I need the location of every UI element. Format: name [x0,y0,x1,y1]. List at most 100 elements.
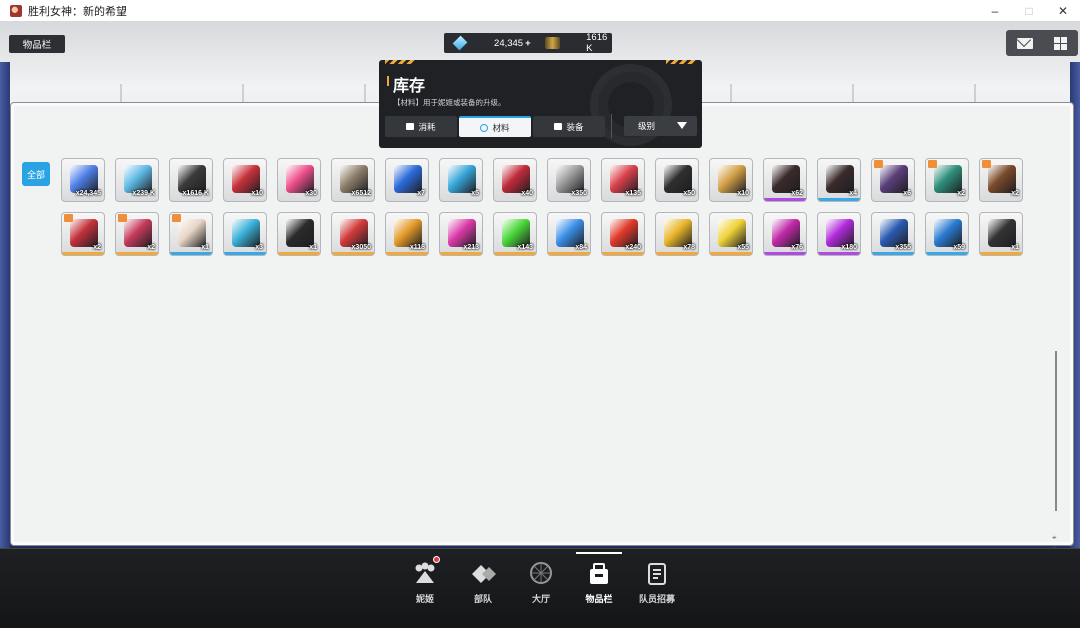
inventory-item[interactable]: x2 [61,212,105,256]
item-art-icon [934,165,962,193]
menu-grid-icon[interactable] [1054,36,1068,50]
inventory-item[interactable]: x7 [385,158,429,202]
tab-materials[interactable]: 材料 [459,116,531,137]
rarity-bar [980,198,1022,201]
tab-equipment[interactable]: 装备 [533,116,605,137]
inventory-item[interactable]: x1 [979,212,1023,256]
gift-icon [118,214,127,222]
item-art-icon [718,165,746,193]
scrollbar[interactable] [1055,351,1057,511]
inventory-item[interactable]: x2 [979,158,1023,202]
inventory-item[interactable]: x2 [925,158,969,202]
rarity-bar [494,198,536,201]
nav-item[interactable]: 队员招募 [628,549,686,628]
inventory-item[interactable]: x62 [763,158,807,202]
item-art-icon [556,219,584,247]
inventory-item[interactable]: x40 [493,158,537,202]
nav-label: 妮姬 [415,594,434,604]
rarity-bar [764,252,806,255]
inventory-item[interactable]: x5 [439,158,483,202]
inventory-item[interactable]: x3050 [331,212,375,256]
minimize-button[interactable]: – [978,0,1012,22]
gift-icon [874,160,883,168]
inventory-item[interactable]: x3 [223,212,267,256]
rarity-bar [62,252,104,255]
inventory-header: 库存 【材料】用于妮姬或装备的升级。 消耗 材料 装备 级别 [379,60,702,148]
circle-icon [480,123,489,132]
item-quantity: x5 [471,190,479,197]
page-tag: 物品栏 [9,35,65,53]
nav-item[interactable]: 大厅 [512,549,570,628]
item-quantity: x10 [737,190,749,197]
inventory-item[interactable]: x135 [601,158,645,202]
maximize-button[interactable]: □ [1012,0,1046,22]
inventory-item[interactable]: x1 [277,212,321,256]
inventory-item[interactable]: x6512 [331,158,375,202]
nav-label: 大厅 [531,594,550,604]
inventory-item[interactable]: x6 [871,158,915,202]
inventory-item[interactable]: x4 [817,158,861,202]
item-art-icon [286,165,314,193]
nav-item[interactable]: 妮姬 [396,549,454,628]
buy-gems-button[interactable]: + [525,38,531,49]
item-quantity: x7 [417,190,425,197]
rarity-bar [440,252,482,255]
inventory-item[interactable]: x50 [655,158,699,202]
sort-label: 级别 [638,121,656,131]
mail-icon[interactable] [1016,37,1033,49]
inventory-item[interactable]: x239 K [115,158,159,202]
inventory-item[interactable]: x240 [601,212,645,256]
inventory-item[interactable]: x1 [169,212,213,256]
gift-icon [928,160,937,168]
inventory-item[interactable]: x10 [223,158,267,202]
tab-consumables[interactable]: 消耗 [385,116,457,137]
item-quantity: x1 [309,244,317,251]
inventory-item[interactable]: x2 [115,212,159,256]
inventory-item[interactable]: x30 [277,158,321,202]
category-tabs: 消耗 材料 装备 [385,116,605,137]
inventory-item[interactable]: x55 [709,212,753,256]
inventory-item[interactable]: x76 [763,212,807,256]
inventory-item[interactable]: x118 [385,212,429,256]
item-art-icon [664,165,692,193]
currency-bar: 24,345 + 1616 K [444,32,612,54]
item-art-icon [934,219,962,247]
item-quantity: x350 [571,190,587,197]
inventory-item[interactable]: x355 [871,212,915,256]
rarity-bar [980,252,1022,255]
item-art-icon [124,219,152,247]
sort-dropdown[interactable]: 级别 [624,116,697,136]
item-art-icon [394,165,422,193]
inventory-item[interactable]: x213 [439,212,483,256]
rarity-bar [548,252,590,255]
inventory-item[interactable]: x10 [709,158,753,202]
header-stripes-left [385,60,415,64]
nav-label: 物品栏 [585,594,613,604]
rarity-bar [656,252,698,255]
rarity-bar [440,198,482,201]
filter-all-button[interactable]: 全部 [22,162,50,186]
inventory-item[interactable]: x78 [655,212,699,256]
app-icon [10,4,22,17]
close-button[interactable]: ✕ [1046,0,1080,22]
item-art-icon [880,219,908,247]
game-viewport: 物品栏 24,345 + 1616 K ⌖⌖ 全部 库存 【材料】用于妮姬或装备… [0,22,1080,628]
inventory-subtitle: 【材料】用于妮姬或装备的升级。 [393,98,506,107]
inventory-item[interactable]: x24,345 [61,158,105,202]
item-art-icon [448,165,476,193]
item-quantity: x180 [841,244,857,251]
inventory-item[interactable]: x143 [493,212,537,256]
title-accent [387,76,389,86]
item-quantity: x78 [683,244,695,251]
inventory-item[interactable]: x59 [925,212,969,256]
nav-item[interactable]: 部队 [454,549,512,628]
item-art-icon [340,165,368,193]
inventory-item[interactable]: x350 [547,158,591,202]
tab-label: 材料 [492,122,510,133]
inventory-item[interactable]: x84 [547,212,591,256]
inventory-item[interactable]: x1616 K [169,158,213,202]
inventory-item[interactable]: x180 [817,212,861,256]
item-art-icon [610,219,638,247]
item-quantity: x240 [625,244,641,251]
nav-item[interactable]: 物品栏 [570,549,628,628]
